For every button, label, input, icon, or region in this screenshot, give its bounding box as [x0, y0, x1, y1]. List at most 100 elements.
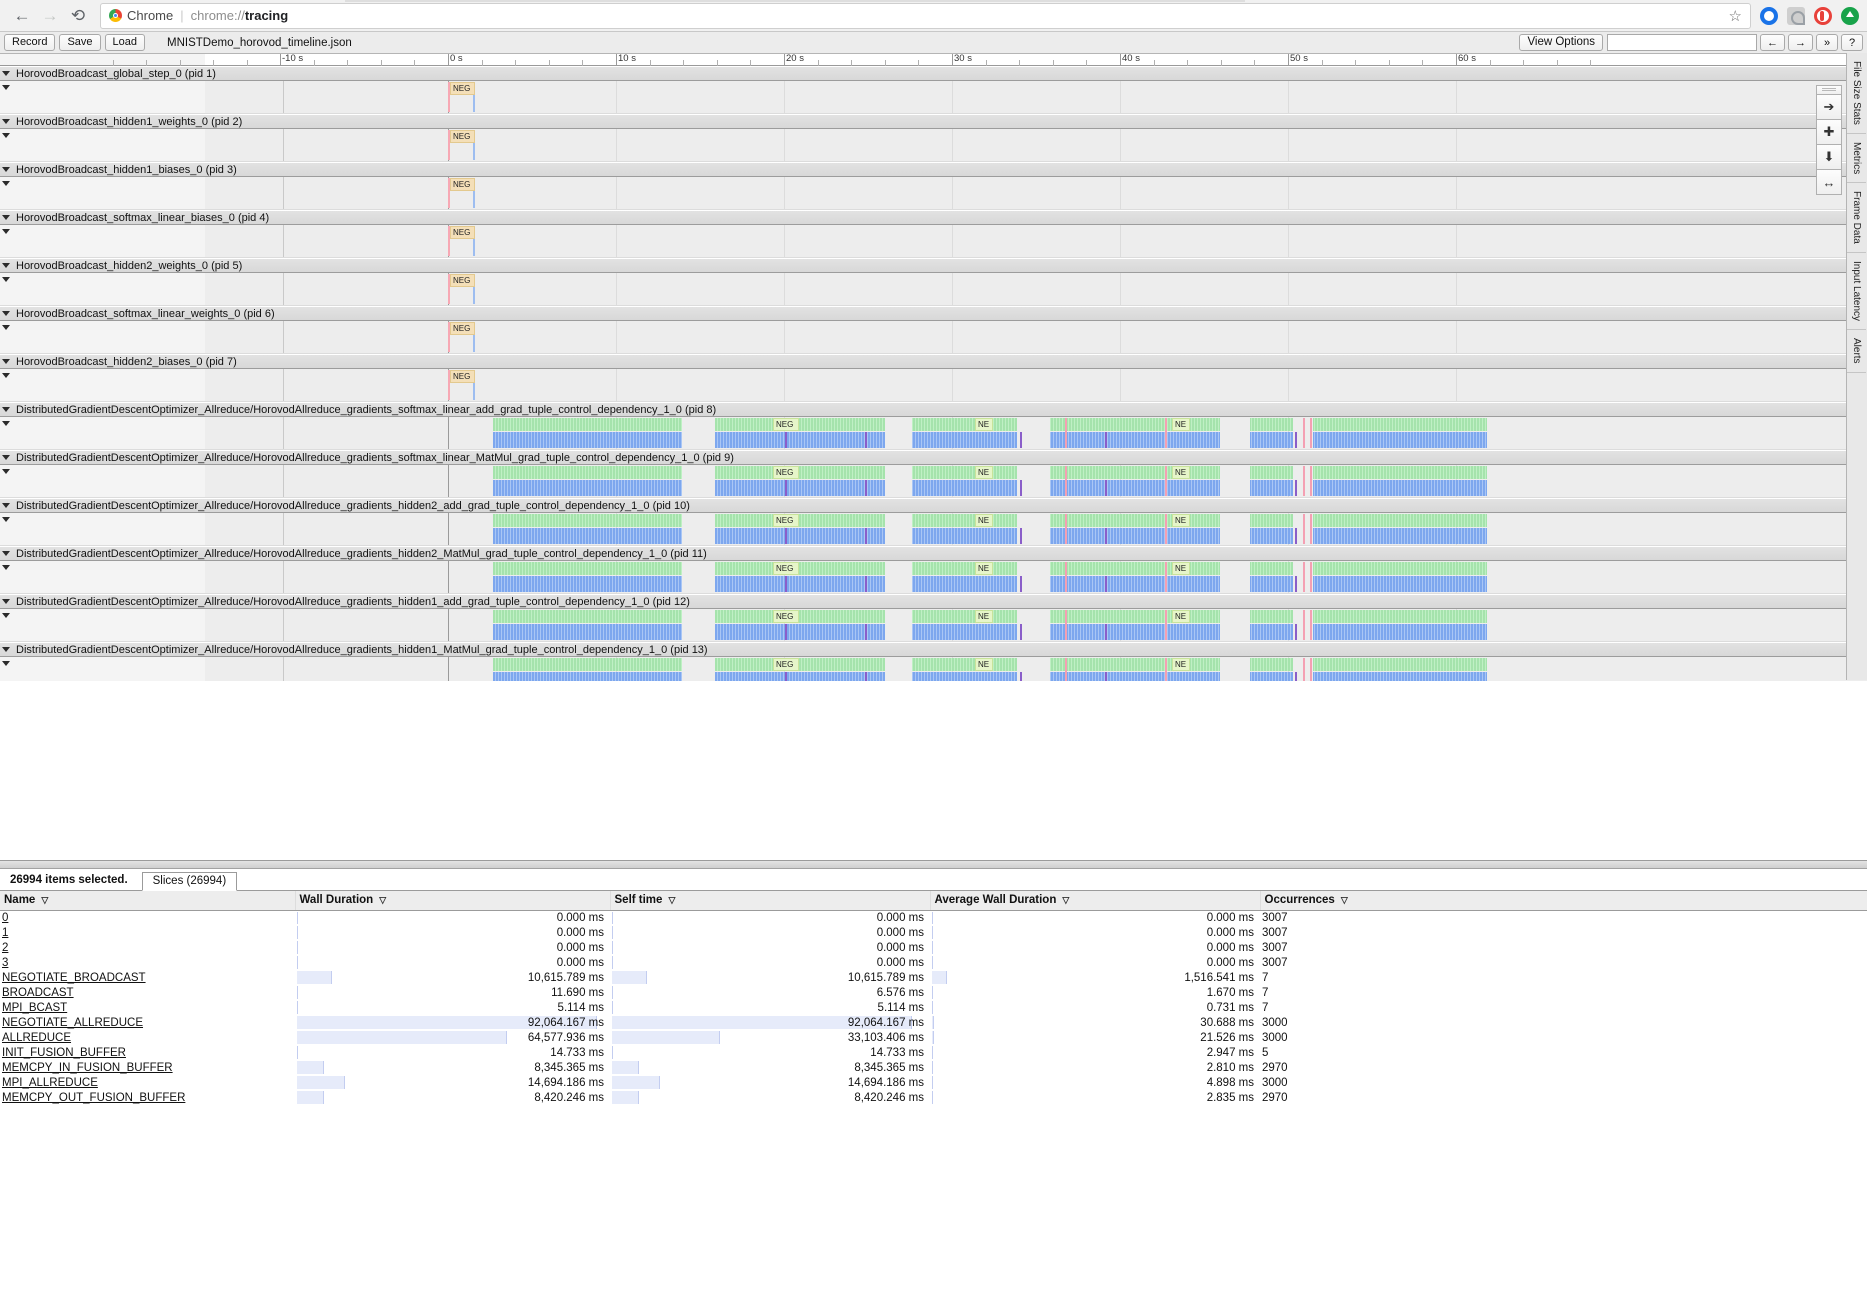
chevron-down-icon[interactable] — [2, 551, 10, 556]
track-canvas[interactable]: NEG — [205, 321, 1867, 353]
help-button[interactable]: ? — [1841, 34, 1863, 51]
slice-name-link[interactable]: BROADCAST — [2, 987, 74, 999]
slice-negotiate[interactable]: NE — [975, 418, 993, 431]
cell-name[interactable]: 3 — [0, 955, 295, 970]
forward-arrow-icon[interactable]: → — [36, 2, 64, 30]
track-canvas[interactable]: NEG NE NE — [205, 465, 1867, 497]
column-header-name[interactable]: Name▽ — [0, 891, 295, 910]
search-next-button[interactable]: → — [1788, 34, 1813, 51]
ext-grey-icon[interactable] — [1787, 7, 1805, 25]
track-canvas[interactable]: NEGNENE — [205, 513, 1867, 545]
chevron-down-icon[interactable] — [2, 565, 10, 570]
process-header[interactable]: HorovodBroadcast_global_step_0 (pid 1) — [0, 66, 1867, 81]
cell-name[interactable]: MPI_ALLREDUCE — [0, 1075, 295, 1090]
process-header[interactable]: DistributedGradientDescentOptimizer_Allr… — [0, 642, 1867, 657]
chevron-down-icon[interactable] — [2, 503, 10, 508]
slice-negotiate[interactable]: NEG — [450, 322, 475, 335]
slice-negotiate[interactable]: NE — [975, 658, 993, 671]
table-row[interactable]: NEGOTIATE_BROADCAST10,615.789 ms10,615.7… — [0, 970, 1867, 985]
process-header[interactable]: HorovodBroadcast_hidden1_weights_0 (pid … — [0, 114, 1867, 129]
track-canvas[interactable]: NEG — [205, 273, 1867, 305]
thread-track-row[interactable]: NEG — [0, 81, 1867, 114]
thread-track-row[interactable]: NEG — [0, 369, 1867, 402]
sort-indicator-icon[interactable]: ▽ — [1062, 895, 1069, 905]
table-row[interactable]: 10.000 ms0.000 ms0.000 ms3007 — [0, 925, 1867, 940]
tab-slices[interactable]: Slices (26994) — [142, 872, 238, 891]
chevron-down-icon[interactable] — [2, 455, 10, 460]
chevron-down-icon[interactable] — [2, 229, 10, 234]
slice-negotiate[interactable]: NEG — [450, 82, 475, 95]
back-arrow-icon[interactable]: ← — [8, 2, 36, 30]
chevron-down-icon[interactable] — [2, 325, 10, 330]
chevron-down-icon[interactable] — [2, 517, 10, 522]
slice-negotiate[interactable]: NEG — [773, 658, 799, 671]
table-row[interactable]: BROADCAST11.690 ms6.576 ms1.670 ms7 — [0, 985, 1867, 1000]
thread-track-row[interactable]: NEG — [0, 321, 1867, 354]
thread-track-row[interactable]: NEGNENE — [0, 417, 1867, 450]
thread-track-row[interactable]: NEGNENE — [0, 609, 1867, 642]
slice-band-allreduce[interactable] — [493, 432, 1487, 448]
slice-negotiate[interactable]: NEG — [450, 370, 475, 383]
panel-resize-handle[interactable] — [0, 861, 1867, 869]
table-row[interactable]: 30.000 ms0.000 ms0.000 ms3007 — [0, 955, 1867, 970]
time-ruler[interactable]: -10 s0 s10 s20 s30 s40 s50 s60 s — [0, 54, 1867, 66]
slice-name-link[interactable]: 2 — [2, 942, 8, 954]
chevron-down-icon[interactable] — [2, 373, 10, 378]
table-row[interactable]: NEGOTIATE_ALLREDUCE92,064.167 ms92,064.1… — [0, 1015, 1867, 1030]
thread-track-row[interactable]: NEG NE NE — [0, 465, 1867, 498]
reload-icon[interactable]: ⟲ — [64, 2, 92, 30]
table-row[interactable]: 00.000 ms0.000 ms0.000 ms3007 — [0, 910, 1867, 925]
chevron-down-icon[interactable] — [2, 277, 10, 282]
table-row[interactable]: MPI_BCAST5.114 ms5.114 ms0.731 ms7 — [0, 1000, 1867, 1015]
column-header-wall-duration[interactable]: Wall Duration▽ — [295, 891, 610, 910]
slice-name-link[interactable]: NEGOTIATE_ALLREDUCE — [2, 1017, 143, 1029]
timeline-viewport[interactable]: -10 s0 s10 s20 s30 s40 s50 s60 s Horovod… — [0, 54, 1867, 681]
slice-negotiate[interactable]: NE — [975, 466, 993, 479]
slice-name-link[interactable]: MPI_ALLREDUCE — [2, 1077, 98, 1089]
thread-track-row[interactable]: NEGNENE — [0, 561, 1867, 594]
search-input[interactable] — [1607, 34, 1757, 51]
thread-track-row[interactable]: NEG — [0, 177, 1867, 210]
track-canvas[interactable]: NEG — [205, 369, 1867, 401]
record-button[interactable]: Record — [4, 34, 55, 51]
zoom-vertical-icon[interactable]: ⬇ — [1816, 144, 1842, 170]
slice-negotiate[interactable]: NEG — [450, 130, 475, 143]
chevron-down-icon[interactable] — [2, 263, 10, 268]
thread-track-row[interactable]: NEGNENE — [0, 513, 1867, 546]
slice-band-allreduce[interactable] — [493, 672, 1487, 681]
rail-tab-file-size-stats[interactable]: File Size Stats — [1847, 53, 1866, 134]
column-header-self-time[interactable]: Self time▽ — [610, 891, 930, 910]
process-header[interactable]: DistributedGradientDescentOptimizer_Allr… — [0, 546, 1867, 561]
cell-name[interactable]: 1 — [0, 925, 295, 940]
mouse-pointer-icon[interactable]: ➔ — [1816, 94, 1842, 120]
chevron-down-icon[interactable] — [2, 215, 10, 220]
pan-move-icon[interactable]: ✚ — [1816, 119, 1842, 145]
track-canvas[interactable]: NEG — [205, 81, 1867, 113]
slice-negotiate[interactable]: NEG — [773, 514, 799, 527]
cell-name[interactable]: 0 — [0, 910, 295, 925]
save-button[interactable]: Save — [59, 34, 100, 51]
overflow-button[interactable]: » — [1816, 34, 1838, 51]
search-prev-button[interactable]: ← — [1760, 34, 1785, 51]
slice-negotiate[interactable]: NE — [1172, 658, 1190, 671]
slice-negotiate[interactable]: NE — [1172, 466, 1190, 479]
track-canvas[interactable]: NEG — [205, 177, 1867, 209]
process-header[interactable]: HorovodBroadcast_hidden1_biases_0 (pid 3… — [0, 162, 1867, 177]
thread-track-row[interactable]: NEG — [0, 225, 1867, 258]
table-row[interactable]: MPI_ALLREDUCE14,694.186 ms14,694.186 ms4… — [0, 1075, 1867, 1090]
process-header[interactable]: DistributedGradientDescentOptimizer_Allr… — [0, 402, 1867, 417]
sort-indicator-icon[interactable]: ▽ — [668, 895, 675, 905]
slice-negotiate[interactable]: NEG — [773, 466, 799, 479]
rail-tab-input-latency[interactable]: Input Latency — [1847, 253, 1866, 330]
slice-negotiate[interactable]: NEG — [450, 226, 475, 239]
slice-band-allreduce[interactable] — [493, 624, 1487, 640]
sort-indicator-icon[interactable]: ▽ — [1341, 895, 1348, 905]
slice-negotiate[interactable]: NEG — [450, 178, 475, 191]
slice-negotiate[interactable]: NE — [1172, 514, 1190, 527]
track-canvas[interactable]: NEG — [205, 129, 1867, 161]
table-row[interactable]: MEMCPY_OUT_FUSION_BUFFER8,420.246 ms8,42… — [0, 1090, 1867, 1105]
chevron-down-icon[interactable] — [2, 181, 10, 186]
process-header[interactable]: DistributedGradientDescentOptimizer_Allr… — [0, 498, 1867, 513]
slice-negotiate[interactable]: NE — [975, 610, 993, 623]
slice-band-allreduce[interactable] — [493, 528, 1487, 544]
